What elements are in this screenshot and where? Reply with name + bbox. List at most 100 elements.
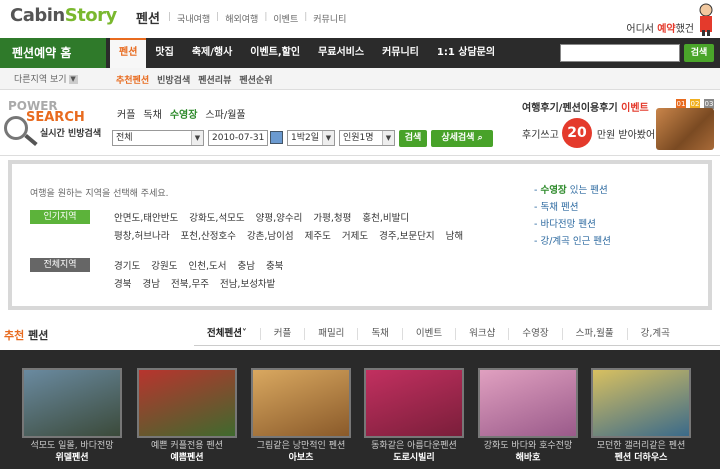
region-select[interactable]: 다른지역 보기 ▼ <box>14 72 78 85</box>
recommend-tabs: 전체펜션˅ 커플 패밀리 독채 이벤트 워크샵 수영장 스파,월풀 강,계곡 <box>194 322 720 346</box>
region-link[interactable]: 거제도 <box>342 228 368 242</box>
region-link[interactable]: 인천,도서 <box>188 258 226 272</box>
region-instruction: 여행을 원하는 지역을 선택해 주세요. <box>30 189 169 199</box>
topnav-event[interactable]: 이벤트 <box>273 12 298 25</box>
region-link[interactable]: 안면도,태안반도 <box>114 210 178 224</box>
reward-amount-badge: 20 <box>562 118 592 148</box>
chevron-down-icon: ▼ <box>68 75 78 84</box>
region-link[interactable]: 강원도 <box>151 258 177 272</box>
nav-item-community[interactable]: 커뮤니티 <box>373 38 428 68</box>
nav-item-event-discount[interactable]: 이벤트,할인 <box>241 38 309 68</box>
region-link[interactable]: 강촌,남이섬 <box>247 228 294 242</box>
banner-photo <box>656 108 714 150</box>
rec-tab-pool[interactable]: 수영장 <box>509 327 563 340</box>
nav-item-consult[interactable]: 1:1 상담문의 <box>428 38 504 68</box>
nav-item-restaurant[interactable]: 맛집 <box>146 38 182 68</box>
pension-photo[interactable] <box>22 368 122 438</box>
nav-search-button[interactable]: 검색 <box>684 44 714 62</box>
pension-caption[interactable]: 모던한 갤러리같은 펜션 펜션 더하우스 <box>584 440 698 464</box>
rec-tab-workshop[interactable]: 워크샵 <box>456 327 510 340</box>
region-link[interactable]: 충북 <box>266 258 283 272</box>
region-link[interactable]: 경기도 <box>114 258 140 272</box>
rec-tab-all[interactable]: 전체펜션˅ <box>194 327 261 340</box>
nights-dropdown[interactable]: 1박2일 ▼ <box>287 130 335 146</box>
theme-links: - 수영장 있는 펜션 - 독채 펜션 - 바다전망 펜션 - 강/계곡 인근 … <box>534 182 611 250</box>
popular-regions-row2: 평창,허브나라 포천,산정호수 강촌,남이섬 제주도 거제도 경주,보문단지 남… <box>114 228 474 242</box>
pension-caption[interactable]: 그림같은 낭만적인 펜션 아보츠 <box>244 440 358 464</box>
theme-link-pool[interactable]: - 수영장 있는 펜션 <box>534 182 611 199</box>
sub-nav: 다른지역 보기 ▼ 추천펜션 빈방검색 펜션리뷰 펜션순위 <box>0 68 720 90</box>
subnav-review[interactable]: 펜션리뷰 <box>198 73 231 86</box>
nav-item-free-service[interactable]: 무료서비스 <box>309 38 373 68</box>
rec-tab-event[interactable]: 이벤트 <box>403 327 457 340</box>
recommend-title: 추천 펜션 <box>4 329 49 342</box>
region-link[interactable]: 제주도 <box>305 228 331 242</box>
nav-item-festival[interactable]: 축제/행사 <box>183 38 241 68</box>
pension-photo[interactable] <box>364 368 464 438</box>
region-dropdown[interactable]: 전체 ▼ <box>112 130 204 146</box>
review-event-banner[interactable]: 여행후기/펜션이용후기 이벤트 01 02 03 후기쓰고 만원 받아봤어? 20 <box>506 96 720 154</box>
calendar-icon[interactable] <box>270 131 283 144</box>
all-regions-row2: 경북 경남 전북,무주 전남,보성차밭 <box>114 276 286 290</box>
main-nav: 펜션예약 홈 펜션 맛집 축제/행사 이벤트,할인 무료서비스 커뮤니티 1:1… <box>0 38 720 68</box>
all-regions-row1: 경기도 강원도 인천,도서 충남 충북 <box>114 258 294 272</box>
rec-tab-couple[interactable]: 커플 <box>261 327 306 340</box>
tab-couple[interactable]: 커플 <box>117 106 135 121</box>
region-link[interactable]: 남해 <box>446 228 463 242</box>
top-header: CabinStory 펜션 | 국내여행 | 해외여행 | 이벤트 | 커뮤니티… <box>0 0 720 38</box>
rec-tab-spa[interactable]: 스파,월풀 <box>563 327 628 340</box>
region-link[interactable]: 강화도,석모도 <box>189 210 244 224</box>
nav-home[interactable]: 펜션예약 홈 <box>0 38 106 68</box>
people-dropdown[interactable]: 인원1명 ▼ <box>339 130 395 146</box>
topnav-domestic[interactable]: 국내여행 <box>177 12 210 25</box>
rec-tab-detached[interactable]: 독채 <box>358 327 403 340</box>
date-input[interactable]: 2010-07-31 <box>208 130 268 146</box>
subnav-vacancy[interactable]: 빈방검색 <box>157 73 190 86</box>
topnav-community[interactable]: 커뮤니티 <box>313 12 346 25</box>
pension-caption[interactable]: 예쁜 커플전용 펜션 예쁨펜션 <box>130 440 244 464</box>
theme-link-seaview[interactable]: - 바다전망 펜션 <box>534 216 611 233</box>
logo-part-story: Story <box>64 5 118 26</box>
tab-detached[interactable]: 독채 <box>143 106 161 121</box>
theme-link-river[interactable]: - 강/계곡 인근 펜션 <box>534 233 611 250</box>
pension-photo[interactable] <box>591 368 691 438</box>
pension-caption[interactable]: 강화도 바다와 호수전망 해바호 <box>471 440 585 464</box>
rec-tab-river[interactable]: 강,계곡 <box>628 328 683 340</box>
region-link[interactable]: 가평,청평 <box>313 210 351 224</box>
region-link[interactable]: 경남 <box>142 276 159 290</box>
region-link[interactable]: 전북,무주 <box>171 276 209 290</box>
pension-caption[interactable]: 동화같은 아름다운펜션 도로시빌리 <box>357 440 471 464</box>
pension-caption[interactable]: 석모도 일몰, 바다전망 위델펜션 <box>15 440 129 464</box>
search-type-tabs: 커플 독채 수영장 스파/월풀 <box>117 106 246 121</box>
chevron-down-icon: ˅ <box>241 327 247 339</box>
region-link[interactable]: 양평,양수리 <box>256 210 303 224</box>
subnav-ranking[interactable]: 펜션순위 <box>239 73 272 86</box>
power-search-subtitle: 실시간 빈방검색 <box>40 129 102 139</box>
pension-photo[interactable] <box>251 368 351 438</box>
region-link[interactable]: 평창,허브나라 <box>114 228 169 242</box>
region-link[interactable]: 경북 <box>114 276 131 290</box>
theme-link-detached[interactable]: - 독채 펜션 <box>534 199 611 216</box>
search-button[interactable]: 검색 <box>399 130 427 147</box>
subnav-recommend[interactable]: 추천펜션 <box>116 73 149 86</box>
tab-pool[interactable]: 수영장 <box>170 106 198 121</box>
reservation-event-banner[interactable]: 어디서 예약했건 <box>626 20 694 35</box>
pension-photo[interactable] <box>478 368 578 438</box>
region-link[interactable]: 홍천,비발디 <box>362 210 409 224</box>
top-nav: | 국내여행 | 해외여행 | 이벤트 | 커뮤니티 <box>168 12 347 25</box>
site-logo[interactable]: CabinStory <box>10 5 117 26</box>
topnav-overseas[interactable]: 해외여행 <box>225 12 258 25</box>
nav-item-pension[interactable]: 펜션 <box>110 38 147 68</box>
region-selector-box: 여행을 원하는 지역을 선택해 주세요. 인기지역 안면도,태안반도 강화도,석… <box>8 160 712 310</box>
region-link[interactable]: 전남,보성차밭 <box>220 276 275 290</box>
region-link[interactable]: 경주,보문단지 <box>379 228 434 242</box>
rec-tab-family[interactable]: 패밀리 <box>305 327 359 340</box>
nav-search-input[interactable] <box>560 44 680 62</box>
recommended-pensions-strip: 석모도 일몰, 바다전망 위델펜션 예쁜 커플전용 펜션 예쁨펜션 그림같은 낭만적… <box>0 350 720 469</box>
region-link[interactable]: 충남 <box>237 258 254 272</box>
detail-search-button[interactable]: 상세검색 ⌕ <box>431 130 493 147</box>
tab-spa[interactable]: 스파/월풀 <box>205 106 245 121</box>
region-link[interactable]: 포천,산정호수 <box>180 228 235 242</box>
pension-photo[interactable] <box>137 368 237 438</box>
character-icon <box>699 3 713 36</box>
